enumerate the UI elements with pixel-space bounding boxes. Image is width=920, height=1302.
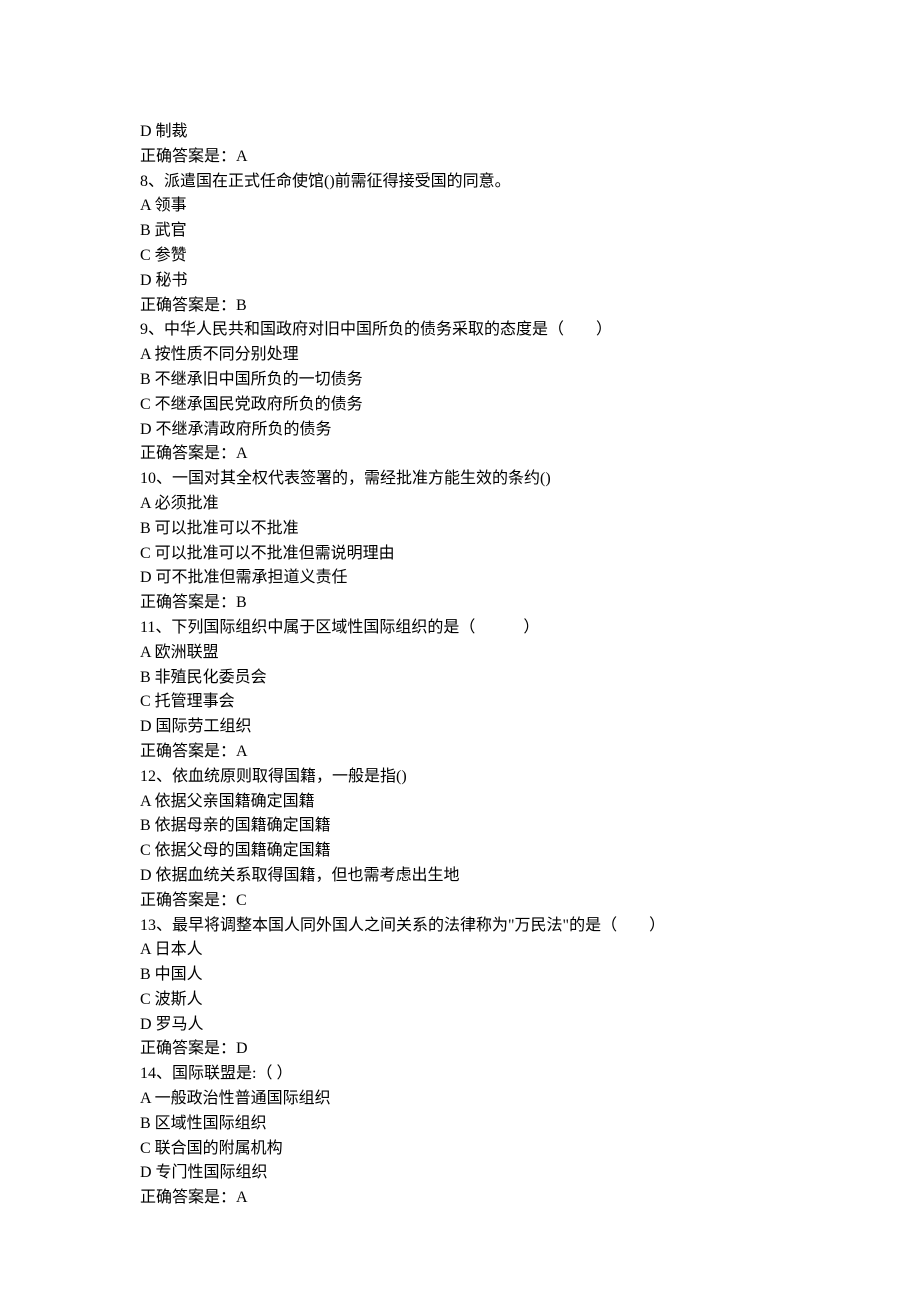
option-line: C 波斯人	[140, 988, 780, 1013]
question-stem: 14、国际联盟是:（ ）	[140, 1062, 780, 1087]
question-12: 12、依血统原则取得国籍，一般是指() A 依据父亲国籍确定国籍 B 依据母亲的…	[140, 765, 780, 914]
option-line: C 托管理事会	[140, 690, 780, 715]
answer-line: 正确答案是：D	[140, 1037, 780, 1062]
answer-line: 正确答案是：B	[140, 591, 780, 616]
answer-line: 正确答案是：C	[140, 889, 780, 914]
option-line: C 不继承国民党政府所负的债务	[140, 393, 780, 418]
answer-line: 正确答案是：A	[140, 740, 780, 765]
option-line: D 专门性国际组织	[140, 1161, 780, 1186]
answer-line: 正确答案是：B	[140, 294, 780, 319]
question-stem: 13、最早将调整本国人同外国人之间关系的法律称为"万民法"的是（ ）	[140, 914, 780, 939]
question-stem: 8、派遣国在正式任命使馆()前需征得接受国的同意。	[140, 170, 780, 195]
option-line: D 国际劳工组织	[140, 715, 780, 740]
question-stem: 9、中华人民共和国政府对旧中国所负的债务采取的态度是（ ）	[140, 318, 780, 343]
answer-line: 正确答案是：A	[140, 442, 780, 467]
leading-fragment: D 制裁 正确答案是：A	[140, 120, 780, 170]
option-line: B 依据母亲的国籍确定国籍	[140, 814, 780, 839]
question-13: 13、最早将调整本国人同外国人之间关系的法律称为"万民法"的是（ ） A 日本人…	[140, 914, 780, 1063]
answer-line: 正确答案是：A	[140, 1186, 780, 1211]
question-8: 8、派遣国在正式任命使馆()前需征得接受国的同意。 A 领事 B 武官 C 参赞…	[140, 170, 780, 319]
option-line: B 不继承旧中国所负的一切债务	[140, 368, 780, 393]
option-line: D 秘书	[140, 269, 780, 294]
question-stem: 12、依血统原则取得国籍，一般是指()	[140, 765, 780, 790]
question-stem: 11、下列国际组织中属于区域性国际组织的是（ ）	[140, 616, 780, 641]
option-line: D 不继承清政府所负的债务	[140, 418, 780, 443]
answer-line: 正确答案是：A	[140, 145, 780, 170]
option-line: A 日本人	[140, 938, 780, 963]
document-page: D 制裁 正确答案是：A 8、派遣国在正式任命使馆()前需征得接受国的同意。 A…	[0, 0, 920, 1291]
option-line: C 依据父母的国籍确定国籍	[140, 839, 780, 864]
question-stem: 10、一国对其全权代表签署的，需经批准方能生效的条约()	[140, 467, 780, 492]
option-line: B 可以批准可以不批准	[140, 517, 780, 542]
option-line: B 武官	[140, 219, 780, 244]
option-line: C 可以批准可以不批准但需说明理由	[140, 542, 780, 567]
option-line: A 必须批准	[140, 492, 780, 517]
question-10: 10、一国对其全权代表签署的，需经批准方能生效的条约() A 必须批准 B 可以…	[140, 467, 780, 616]
question-14: 14、国际联盟是:（ ） A 一般政治性普通国际组织 B 区域性国际组织 C 联…	[140, 1062, 780, 1211]
question-9: 9、中华人民共和国政府对旧中国所负的债务采取的态度是（ ） A 按性质不同分别处…	[140, 318, 780, 467]
option-line: B 中国人	[140, 963, 780, 988]
option-line: B 非殖民化委员会	[140, 666, 780, 691]
option-line: D 制裁	[140, 120, 780, 145]
option-line: A 领事	[140, 194, 780, 219]
option-line: C 联合国的附属机构	[140, 1137, 780, 1162]
option-line: A 欧洲联盟	[140, 641, 780, 666]
option-line: D 可不批准但需承担道义责任	[140, 566, 780, 591]
option-line: C 参赞	[140, 244, 780, 269]
option-line: D 依据血统关系取得国籍，但也需考虑出生地	[140, 864, 780, 889]
option-line: A 一般政治性普通国际组织	[140, 1087, 780, 1112]
option-line: A 依据父亲国籍确定国籍	[140, 790, 780, 815]
option-line: A 按性质不同分别处理	[140, 343, 780, 368]
option-line: D 罗马人	[140, 1013, 780, 1038]
option-line: B 区域性国际组织	[140, 1112, 780, 1137]
question-11: 11、下列国际组织中属于区域性国际组织的是（ ） A 欧洲联盟 B 非殖民化委员…	[140, 616, 780, 765]
